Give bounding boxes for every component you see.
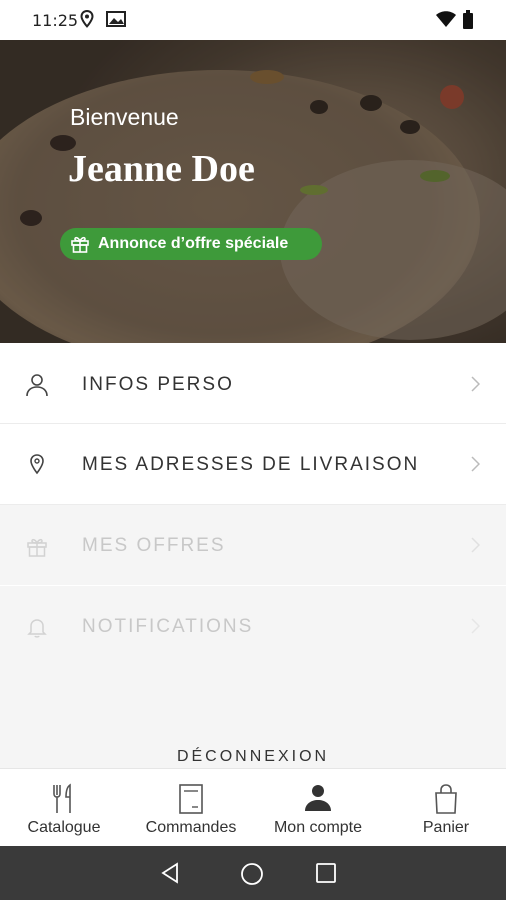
battery-icon xyxy=(462,10,474,35)
wifi-icon xyxy=(436,10,456,33)
system-navigation-bar xyxy=(0,846,506,900)
nav-tab-commandes[interactable]: Commandes xyxy=(136,769,246,847)
menu-item-notifications: NOTIFICATIONS xyxy=(0,586,506,666)
bell-icon xyxy=(24,614,50,640)
nav-tab-panier[interactable]: Panier xyxy=(396,769,496,847)
chevron-right-icon xyxy=(470,618,481,639)
recents-icon[interactable] xyxy=(315,862,337,889)
menu-item-label: NOTIFICATIONS xyxy=(82,616,254,637)
gallery-status-icon xyxy=(106,10,126,33)
chevron-right-icon xyxy=(470,376,481,397)
nav-label: Commandes xyxy=(145,819,237,836)
menu-item-label: MES OFFRES xyxy=(82,535,226,556)
user-name: Jeanne Doe xyxy=(68,148,255,190)
nav-label: Panier xyxy=(422,819,470,836)
status-time: 11:25 xyxy=(32,11,79,30)
account-icon xyxy=(303,783,333,820)
location-pin-icon xyxy=(24,452,50,478)
back-icon[interactable] xyxy=(160,862,180,889)
gift-icon xyxy=(24,533,50,559)
menu-item-infos-perso[interactable]: INFOS PERSO xyxy=(0,344,506,424)
menu-item-delivery-addresses[interactable]: MES ADRESSES DE LIVRAISON xyxy=(0,424,506,504)
logout-button[interactable]: DÉCONNEXION xyxy=(0,748,506,766)
user-icon xyxy=(24,372,50,398)
welcome-text: Bienvenue xyxy=(70,104,179,130)
status-bar: 11:25 xyxy=(0,0,506,40)
chevron-right-icon xyxy=(470,456,481,477)
nav-tab-mon-compte[interactable]: Mon compte xyxy=(262,769,374,847)
gift-icon xyxy=(70,234,90,254)
receipt-icon xyxy=(178,783,204,820)
nav-label: Catalogue xyxy=(27,819,101,836)
location-status-icon xyxy=(80,9,94,33)
shopping-bag-icon xyxy=(433,783,459,820)
fork-knife-icon xyxy=(51,783,77,820)
special-offer-label: Annonce d’offre spéciale xyxy=(98,235,289,252)
menu-item-label: INFOS PERSO xyxy=(82,374,234,395)
home-icon[interactable] xyxy=(240,862,264,891)
nav-tab-catalogue[interactable]: Catalogue xyxy=(10,769,118,847)
hero-banner: Bienvenue Jeanne Doe Annonce d’offre spé… xyxy=(0,40,506,343)
nav-label: Mon compte xyxy=(273,819,363,836)
chevron-right-icon xyxy=(470,537,481,558)
menu-item-label: MES ADRESSES DE LIVRAISON xyxy=(82,454,420,475)
bottom-navigation: Catalogue Commandes Mon compte Panier xyxy=(0,768,506,847)
special-offer-badge[interactable]: Annonce d’offre spéciale xyxy=(60,228,322,260)
menu-item-my-offers: MES OFFRES xyxy=(0,505,506,585)
